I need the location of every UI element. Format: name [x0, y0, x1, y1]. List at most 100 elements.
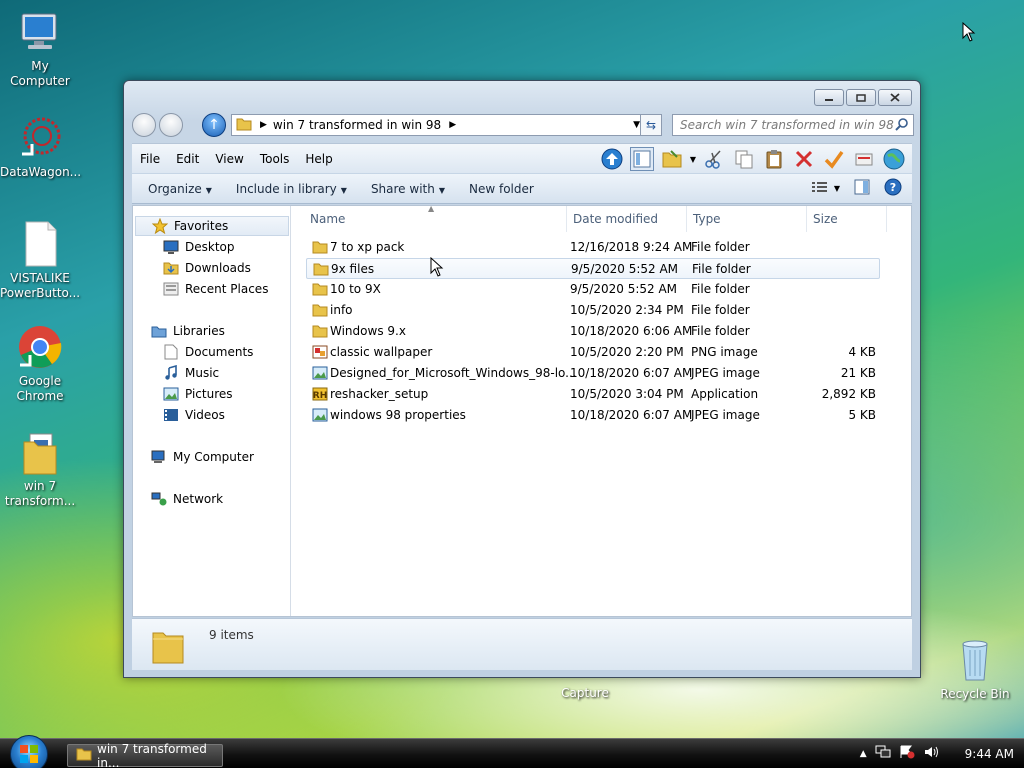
organize-button[interactable]: Organize ▼: [140, 182, 220, 196]
preview-pane-toggle-icon[interactable]: [854, 179, 870, 198]
folders-icon[interactable]: [660, 147, 684, 171]
nav-network[interactable]: Network: [151, 489, 223, 509]
globe-icon[interactable]: [882, 147, 906, 171]
folder-icon: [312, 324, 328, 338]
folder-icon: [312, 240, 328, 254]
menu-tools[interactable]: Tools: [252, 152, 298, 166]
nav-item-label: Recent Places: [185, 282, 269, 296]
file-size: 21 KB: [840, 366, 876, 380]
content-area: Favorites Desktop Downloads Recent Place…: [132, 204, 912, 617]
nav-libraries[interactable]: Libraries: [151, 321, 225, 341]
volume-icon[interactable]: [923, 745, 939, 762]
desktop-icon-capture[interactable]: Capture: [545, 686, 625, 701]
address-bar[interactable]: ▶ win 7 transformed in win 98 ▶ ▼: [231, 114, 647, 136]
column-header-name[interactable]: Name ▲: [292, 204, 567, 232]
nav-favorites[interactable]: Favorites: [135, 216, 289, 236]
chevron-down-icon: ▼: [438, 185, 445, 195]
column-header-label: Date modified: [573, 212, 659, 226]
paste-icon[interactable]: [762, 147, 786, 171]
network-status-icon[interactable]: [875, 745, 891, 762]
preview-pane-icon[interactable]: [629, 147, 654, 171]
breadcrumb-current[interactable]: win 7 transformed in win 98: [273, 118, 441, 132]
file-row[interactable]: info 10/5/2020 2:34 PM File folder: [306, 300, 880, 321]
minimize-button[interactable]: [814, 89, 844, 106]
nav-item-desktop[interactable]: Desktop: [163, 237, 235, 257]
nav-item-pictures[interactable]: Pictures: [163, 384, 233, 404]
cut-icon[interactable]: [702, 147, 726, 171]
menu-help[interactable]: Help: [297, 152, 340, 166]
desktop-icon-label: Capture: [561, 686, 609, 700]
desktop-icon-datawagon[interactable]: DataWagon...: [0, 114, 81, 180]
taskbar: win 7 transformed in... ▲ 9:44 AM: [0, 735, 1024, 768]
nav-item-music[interactable]: Music: [163, 363, 219, 383]
properties-icon[interactable]: [852, 147, 876, 171]
desktop-icon-win7-folder[interactable]: win 7 transform...: [0, 428, 80, 509]
copy-icon[interactable]: [732, 147, 756, 171]
nav-item-documents[interactable]: Documents: [163, 342, 253, 362]
show-hidden-icons-icon[interactable]: ▲: [860, 749, 867, 759]
file-row[interactable]: 7 to xp pack 12/16/2018 9:24 AM File folde…: [306, 237, 880, 258]
file-row[interactable]: Windows 9.x 10/18/2020 6:06 AM File folder: [306, 321, 880, 342]
include-in-library-button[interactable]: Include in library ▼: [228, 182, 355, 196]
search-input[interactable]: Search win 7 transformed in win 98: [672, 114, 914, 136]
column-header-size[interactable]: Size: [807, 206, 887, 232]
file-row[interactable]: 9x files 9/5/2020 5:52 AM File folder: [306, 258, 880, 279]
documents-icon: [163, 344, 179, 360]
nav-item-videos[interactable]: Videos: [163, 405, 225, 425]
start-button[interactable]: [10, 735, 48, 768]
delete-icon[interactable]: [792, 147, 816, 171]
clock[interactable]: 9:44 AM: [965, 747, 1014, 761]
folder-icon: [313, 262, 329, 276]
address-dropdown-icon[interactable]: ▼: [633, 120, 640, 130]
share-with-button[interactable]: Share with ▼: [363, 182, 453, 196]
file-row[interactable]: RH reshacker_setup 10/5/2020 3:04 PM Applic…: [306, 384, 880, 405]
desktop-icon-recycle-bin[interactable]: Recycle Bin: [935, 636, 1015, 702]
checkmark-icon[interactable]: [822, 147, 846, 171]
search-placeholder: Search win 7 transformed in win 98: [680, 118, 894, 132]
close-button[interactable]: [878, 89, 912, 106]
file-row[interactable]: 10 to 9X 9/5/2020 5:52 AM File folder: [306, 279, 880, 300]
recent-places-icon: [163, 281, 179, 297]
nav-my-computer[interactable]: My Computer: [151, 447, 254, 467]
refresh-button[interactable]: ⇆: [640, 114, 662, 136]
taskbar-window-button[interactable]: win 7 transformed in...: [67, 742, 223, 768]
file-row[interactable]: classic wallpaper 10/5/2020 2:20 PM PNG im…: [306, 342, 880, 363]
up-folder-button[interactable]: ↑: [202, 113, 226, 137]
new-folder-button[interactable]: New folder: [461, 182, 542, 196]
jpeg-image-icon: [312, 408, 328, 422]
breadcrumb-arrow-icon[interactable]: ▶: [260, 120, 267, 130]
nav-item-downloads[interactable]: Downloads: [163, 258, 251, 278]
explorer-window: ↑ ▶ win 7 transformed in win 98 ▶ ▼ ⇆ Se…: [123, 80, 921, 678]
file-size: 4 KB: [848, 345, 876, 359]
menu-edit[interactable]: Edit: [168, 152, 207, 166]
file-row[interactable]: windows 98 properties 10/18/2020 6:07 AM J…: [306, 405, 880, 426]
maximize-button[interactable]: [846, 89, 876, 106]
file-size: 5 KB: [848, 408, 876, 422]
menu-file[interactable]: File: [132, 152, 168, 166]
help-icon[interactable]: ?: [884, 178, 902, 199]
nav-libraries-label: Libraries: [173, 324, 225, 338]
column-header-date[interactable]: Date modified: [567, 206, 687, 232]
file-name: 9x files: [331, 262, 375, 276]
computer-icon: [151, 449, 167, 465]
desktop-icon-google-chrome[interactable]: Google Chrome: [0, 323, 80, 404]
star-icon: [152, 218, 168, 234]
document-icon: [16, 220, 64, 268]
search-icon[interactable]: [895, 117, 909, 134]
dropdown-arrow-icon[interactable]: ▼: [690, 155, 696, 164]
desktop-icon-my-computer[interactable]: My Computer: [0, 8, 80, 89]
back-button[interactable]: [132, 113, 156, 137]
desktop-icon-vistalike[interactable]: VISTALIKE PowerButto...: [0, 220, 80, 301]
address-row: ↑ ▶ win 7 transformed in win 98 ▶ ▼ ⇆ Se…: [132, 111, 914, 137]
view-options-icon[interactable]: [811, 181, 828, 196]
up-arrow-icon[interactable]: [600, 147, 624, 171]
menu-view[interactable]: View: [207, 152, 251, 166]
chevron-down-icon[interactable]: ▼: [834, 184, 840, 193]
file-row[interactable]: Designed_for_Microsoft_Windows_98-lo... 1…: [306, 363, 880, 384]
breadcrumb-arrow-icon[interactable]: ▶: [449, 120, 456, 130]
column-header-type[interactable]: Type: [687, 206, 807, 232]
action-center-icon[interactable]: [899, 745, 915, 762]
nav-item-recent-places[interactable]: Recent Places: [163, 279, 268, 299]
forward-button[interactable]: [159, 113, 183, 137]
command-bar: Organize ▼ Include in library ▼ Share with…: [132, 174, 912, 204]
